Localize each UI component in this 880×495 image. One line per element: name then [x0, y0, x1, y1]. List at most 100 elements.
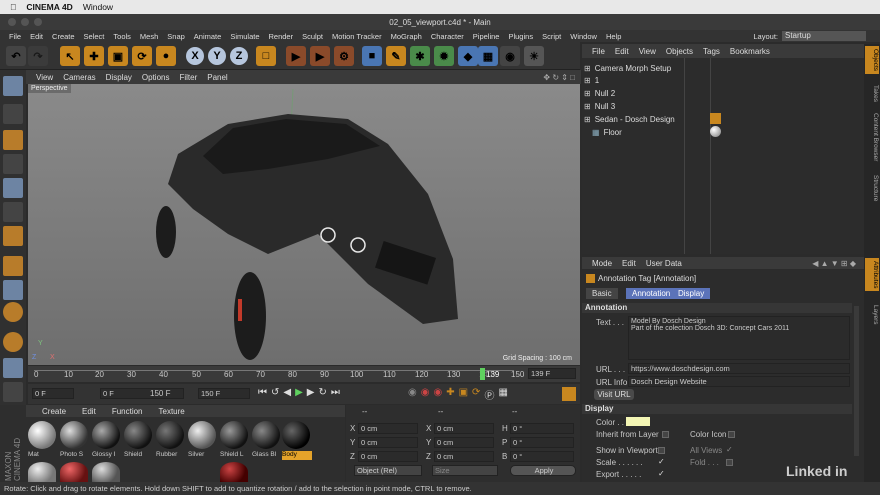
viewport-nav-icons[interactable]: ✥ ↻ ⇕ □ [543, 73, 575, 82]
url-field[interactable]: https://www.doschdesign.com [628, 363, 850, 374]
model-mode-icon[interactable] [3, 104, 23, 124]
vp-menu-panel[interactable]: Panel [207, 73, 227, 82]
position-x-field[interactable]: 0 cm [358, 423, 418, 434]
size-y-field[interactable]: 0 cm [434, 437, 494, 448]
app-menu[interactable]: CINEMA 4D [26, 2, 72, 12]
goto-start-icon[interactable]: ⏮ [258, 387, 267, 398]
menu-edit[interactable]: Edit [30, 32, 43, 41]
x-axis-lock-button[interactable]: X [186, 47, 204, 65]
menu-select[interactable]: Select [84, 32, 105, 41]
object-row[interactable]: ⊞ 1 [584, 74, 864, 86]
axis-mode-icon[interactable] [3, 256, 23, 276]
sculpt-grid-icon[interactable] [3, 358, 23, 378]
vp-menu-view[interactable]: View [36, 73, 53, 82]
menu-render[interactable]: Render [269, 32, 294, 41]
more-tools-icon[interactable] [3, 382, 23, 402]
texture-mode-icon[interactable] [3, 130, 23, 150]
obj-menu-edit[interactable]: Edit [615, 47, 629, 56]
record-active-icon[interactable]: ◉ [408, 387, 417, 402]
expand-icon[interactable]: ⊞ [584, 115, 591, 124]
material-tag-icon[interactable] [710, 126, 721, 137]
material-row2-1[interactable] [28, 462, 56, 482]
mat-menu-texture[interactable]: Texture [159, 407, 185, 416]
attribute-scrollbar[interactable] [854, 306, 859, 456]
window-menu[interactable]: Window [83, 2, 113, 12]
material-shield-l[interactable] [220, 421, 248, 449]
menu-pipeline[interactable]: Pipeline [473, 32, 500, 41]
position-key-icon[interactable]: ✚ [446, 387, 454, 402]
close-window-button[interactable] [8, 18, 16, 26]
rotation-key-icon[interactable]: ⟳ [472, 387, 480, 402]
light-icon[interactable]: ☀ [524, 46, 544, 66]
urlinfo-field[interactable]: Dosch Design Website [628, 376, 850, 387]
playhead-marker[interactable] [480, 368, 485, 380]
attr-menu-mode[interactable]: Mode [592, 259, 612, 268]
menu-mesh[interactable]: Mesh [140, 32, 158, 41]
object-row[interactable]: ⊞ Camera Morph Setup [584, 62, 864, 74]
obj-menu-file[interactable]: File [592, 47, 605, 56]
attr-nav-icons[interactable]: ◀ ▲ ▼ ⊞ ◆ [812, 259, 856, 268]
edges-mode-icon[interactable] [3, 202, 23, 222]
material-glossy[interactable] [92, 421, 120, 449]
side-tab-attributes[interactable]: Attributes [865, 258, 879, 292]
rotation-h-field[interactable]: 0 ° [510, 423, 574, 434]
expand-icon[interactable]: ⊞ [584, 89, 591, 98]
tab-display[interactable]: Display [672, 288, 711, 299]
select-tool-icon[interactable]: ↖ [60, 46, 80, 66]
apply-button[interactable]: Apply [510, 465, 576, 476]
zoom-window-button[interactable] [34, 18, 42, 26]
material-body[interactable] [282, 421, 310, 449]
param-key-icon[interactable]: Ⓟ [484, 387, 494, 402]
min-frame-field[interactable]: 0 F [100, 388, 184, 399]
pen-icon[interactable]: ✎ [386, 46, 406, 66]
annotation-tag-icon[interactable] [710, 113, 721, 124]
show-viewport-checkbox[interactable] [658, 447, 665, 454]
side-tab-content-browser[interactable]: Content Browser [865, 110, 879, 164]
end-frame-field[interactable]: 150 F [198, 388, 250, 399]
size-x-field[interactable]: 0 cm [434, 423, 494, 434]
menu-simulate[interactable]: Simulate [230, 32, 259, 41]
material-mat[interactable] [28, 421, 56, 449]
points-mode-icon[interactable] [3, 178, 23, 198]
vp-menu-options[interactable]: Options [142, 73, 170, 82]
menu-window[interactable]: Window [570, 32, 597, 41]
render-picture-viewer-icon[interactable]: ▶ [310, 46, 330, 66]
side-tab-takes[interactable]: Takes [865, 82, 879, 105]
side-tab-structure[interactable]: Structure [865, 172, 879, 204]
side-tab-layers[interactable]: Layers [865, 302, 879, 328]
snap-icon[interactable] [3, 302, 23, 322]
scale-tool-icon[interactable]: ▣ [108, 46, 128, 66]
menu-sculpt[interactable]: Sculpt [302, 32, 323, 41]
apple-icon[interactable]:  [10, 2, 16, 12]
menu-create[interactable]: Create [52, 32, 75, 41]
tweak-mode-icon[interactable] [3, 280, 23, 300]
menu-script[interactable]: Script [542, 32, 561, 41]
y-axis-lock-button[interactable]: Y [208, 47, 226, 65]
current-frame-field[interactable]: 139 F [528, 368, 576, 379]
position-y-field[interactable]: 0 cm [358, 437, 418, 448]
polygons-mode-icon[interactable] [3, 226, 23, 246]
camera-icon[interactable]: ◉ [500, 46, 520, 66]
material-photo-s[interactable] [60, 421, 88, 449]
mat-menu-function[interactable]: Function [112, 407, 143, 416]
vp-menu-filter[interactable]: Filter [179, 73, 197, 82]
timeline-ruler[interactable]: 0 10 20 30 40 50 60 70 80 90 100 110 120… [28, 366, 580, 382]
attr-menu-edit[interactable]: Edit [622, 259, 636, 268]
keyframe-selection-icon[interactable]: ◉ [433, 387, 442, 402]
autokey-icon[interactable]: ◉ [421, 387, 430, 402]
object-row[interactable]: ▦ Floor [584, 126, 864, 138]
annotation-text-area[interactable]: Model By Dosch Design Part of the colect… [628, 316, 850, 360]
render-settings-icon[interactable]: ⚙ [334, 46, 354, 66]
obj-menu-view[interactable]: View [639, 47, 656, 56]
tab-basic[interactable]: Basic [586, 288, 618, 299]
object-row[interactable]: ⊞ Null 3 [584, 100, 864, 112]
position-z-field[interactable]: 0 cm [358, 451, 418, 462]
material-shield[interactable] [124, 421, 152, 449]
material-row2-2[interactable] [60, 462, 88, 482]
redo-icon[interactable]: ↷ [28, 46, 48, 66]
minimize-window-button[interactable] [21, 18, 29, 26]
all-views-check-icon[interactable]: ✓ [726, 445, 733, 454]
prev-key-icon[interactable]: ↺ [271, 387, 279, 398]
mat-menu-edit[interactable]: Edit [82, 407, 96, 416]
annotation-color-swatch[interactable] [626, 417, 650, 426]
